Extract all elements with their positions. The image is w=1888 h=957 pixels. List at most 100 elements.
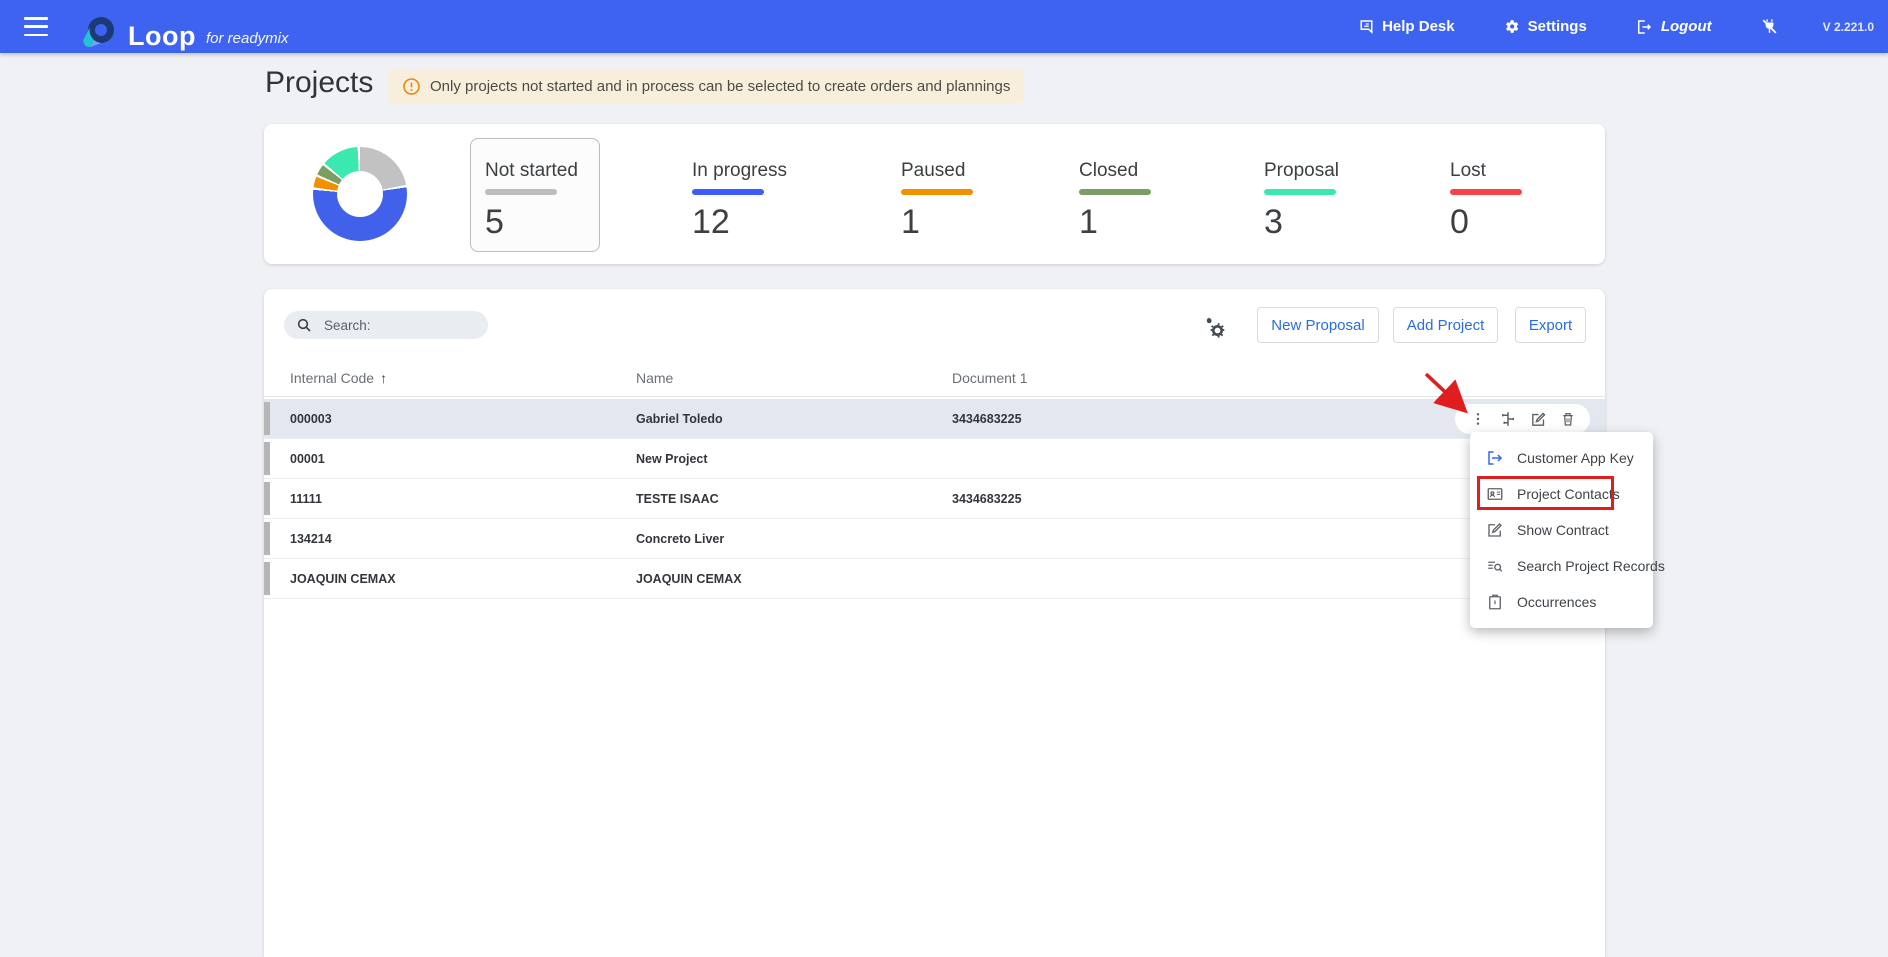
search-label: Search: xyxy=(324,318,371,333)
sort-asc-icon: ↑ xyxy=(380,370,387,386)
cell-document: 3434683225 xyxy=(952,412,1022,426)
projects-table-card: Search: New Proposal Add Project Export … xyxy=(264,289,1605,957)
status-label: Closed xyxy=(1079,160,1151,182)
status-card-not-started[interactable]: Not started 5 xyxy=(485,160,578,242)
cell-internal-code: 000003 xyxy=(290,412,332,426)
table-row[interactable]: JOAQUIN CEMAX JOAQUIN CEMAX xyxy=(264,559,1605,599)
cell-name: New Project xyxy=(636,452,708,466)
header-nav: Help Desk Settings Logout V 2.221.0 xyxy=(1308,0,1874,53)
menu-item-occurrences[interactable]: Occurrences xyxy=(1470,584,1653,620)
cell-internal-code: 11111 xyxy=(290,492,322,506)
column-header-document[interactable]: Document 1 xyxy=(952,370,1027,386)
row-status-bar xyxy=(264,522,270,555)
logout-label: Logout xyxy=(1661,18,1712,35)
table-row[interactable]: 11111 TESTE ISAAC 3434683225 xyxy=(264,479,1605,519)
cell-name: JOAQUIN CEMAX xyxy=(636,572,742,586)
status-count: 12 xyxy=(692,203,787,242)
menu-item-label: Occurrences xyxy=(1517,594,1596,610)
row-status-bar xyxy=(264,402,270,435)
status-card-paused[interactable]: Paused 1 xyxy=(901,160,973,242)
status-label: In progress xyxy=(692,160,787,182)
status-card-lost[interactable]: Lost 0 xyxy=(1450,160,1522,242)
contract-sign-icon xyxy=(1486,521,1504,539)
menu-hamburger-icon[interactable] xyxy=(24,17,48,36)
row-status-bar xyxy=(264,562,270,595)
alert-text: Only projects not started and in process… xyxy=(430,78,1010,95)
menu-item-show-contract[interactable]: Show Contract xyxy=(1470,512,1653,548)
column-header-name[interactable]: Name xyxy=(636,370,673,386)
row-more-kebab-icon[interactable] xyxy=(1470,411,1486,427)
row-hierarchy-icon[interactable] xyxy=(1499,410,1517,428)
status-summary-card: Not started 5 In progress 12 Paused 1 Cl… xyxy=(264,124,1605,264)
cell-name: Concreto Liver xyxy=(636,532,724,546)
menu-item-label: Customer App Key xyxy=(1517,450,1634,466)
connection-off-icon[interactable] xyxy=(1760,17,1779,36)
status-label: Proposal xyxy=(1264,160,1339,182)
clipboard-icon xyxy=(1486,593,1504,611)
status-color-bar xyxy=(692,189,764,195)
row-edit-icon[interactable] xyxy=(1530,411,1547,428)
status-count: 5 xyxy=(485,203,578,242)
status-color-bar xyxy=(1450,189,1522,195)
row-status-bar xyxy=(264,442,270,475)
menu-item-label: Show Contract xyxy=(1517,522,1609,538)
search-input[interactable]: Search: xyxy=(284,311,488,339)
app-logo[interactable]: Loop for readymix xyxy=(80,7,289,52)
menu-item-label: Project Contacts xyxy=(1517,486,1620,502)
exit-to-app-icon xyxy=(1486,449,1504,467)
row-context-menu: Customer App Key Project Contacts Show C… xyxy=(1470,432,1653,628)
row-delete-icon[interactable] xyxy=(1560,411,1576,427)
settings-label: Settings xyxy=(1528,18,1587,35)
cell-document: 3434683225 xyxy=(952,492,1022,506)
cell-internal-code: 00001 xyxy=(290,452,325,466)
logo-text: Loop xyxy=(128,21,196,52)
cell-internal-code: 134214 xyxy=(290,532,332,546)
version-label: V 2.221.0 xyxy=(1823,20,1874,34)
status-label: Lost xyxy=(1450,160,1522,182)
menu-item-label: Search Project Records xyxy=(1517,558,1665,574)
status-color-bar xyxy=(1079,189,1151,195)
row-actions xyxy=(1455,404,1590,434)
warning-circle-icon xyxy=(402,77,421,96)
status-card-proposal[interactable]: Proposal 3 xyxy=(1264,160,1339,242)
cell-name: TESTE ISAAC xyxy=(636,492,719,506)
contact-card-icon xyxy=(1486,485,1504,503)
app-header: Loop for readymix Help Desk Settings Log… xyxy=(0,0,1888,53)
new-proposal-button[interactable]: New Proposal xyxy=(1257,307,1379,343)
search-icon xyxy=(296,317,312,333)
status-card-in-progress[interactable]: In progress 12 xyxy=(692,160,787,242)
row-status-bar xyxy=(264,482,270,515)
add-project-button[interactable]: Add Project xyxy=(1393,307,1498,343)
logout-icon xyxy=(1635,18,1653,36)
projects-page: Loop for readymix Help Desk Settings Log… xyxy=(0,0,1888,957)
status-color-bar xyxy=(485,189,557,195)
table-row[interactable]: 134214 Concreto Liver xyxy=(264,519,1605,559)
logo-subtext: for readymix xyxy=(206,30,289,47)
menu-item-customer-app-key[interactable]: Customer App Key xyxy=(1470,440,1653,476)
status-count: 3 xyxy=(1264,203,1339,242)
status-count: 1 xyxy=(901,203,973,242)
search-records-icon xyxy=(1486,557,1504,575)
info-alert: Only projects not started and in process… xyxy=(388,70,1024,103)
status-label: Paused xyxy=(901,160,973,182)
logout-button[interactable]: Logout xyxy=(1635,18,1712,36)
cell-internal-code: JOAQUIN CEMAX xyxy=(290,572,396,586)
status-count: 0 xyxy=(1450,203,1522,242)
table-header-row: Internal Code↑ Name Document 1 xyxy=(264,361,1605,397)
status-card-closed[interactable]: Closed 1 xyxy=(1079,160,1151,242)
donut-hole xyxy=(337,171,383,217)
table-row[interactable]: 000003 Gabriel Toledo 3434683225 xyxy=(264,399,1605,439)
menu-item-search-project-records[interactable]: Search Project Records xyxy=(1470,548,1653,584)
menu-item-project-contacts[interactable]: Project Contacts xyxy=(1470,476,1653,512)
status-count: 1 xyxy=(1079,203,1151,242)
export-button[interactable]: Export xyxy=(1515,307,1586,343)
help-desk-button[interactable]: Help Desk xyxy=(1356,18,1455,36)
settings-button[interactable]: Settings xyxy=(1503,18,1587,35)
gear-icon xyxy=(1503,18,1520,35)
table-row[interactable]: 00001 New Project xyxy=(264,439,1605,479)
loop-logo-icon xyxy=(80,13,120,51)
column-header-internal-code[interactable]: Internal Code↑ xyxy=(290,370,387,386)
page-title: Projects xyxy=(265,66,373,100)
table-settings-icon[interactable] xyxy=(1203,315,1227,339)
status-color-bar xyxy=(901,189,973,195)
